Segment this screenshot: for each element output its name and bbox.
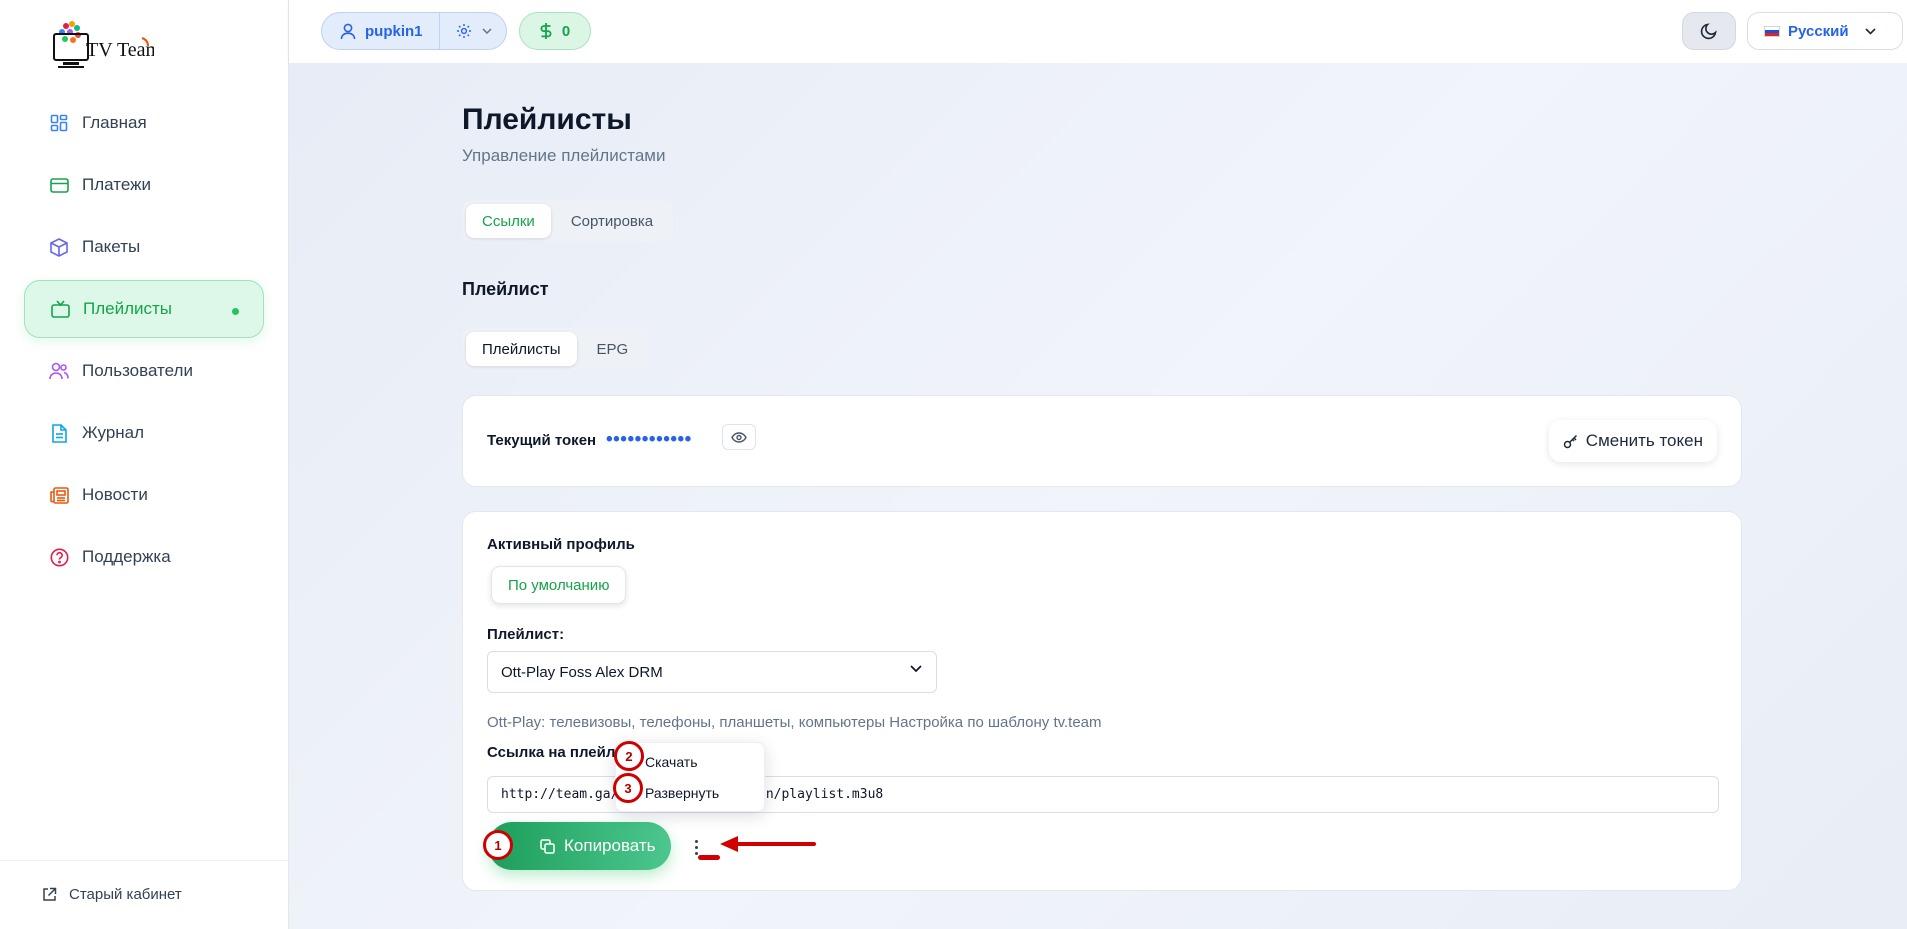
chevron-down-icon [1865,27,1876,35]
sidebar-item-label: Пакеты [82,237,141,256]
tab-epg[interactable]: EPG [581,332,645,366]
sidebar-item-label: Пользователи [82,361,193,380]
active-indicator-dot [232,308,239,315]
russian-flag-icon [1764,25,1780,37]
chevron-down-icon [481,28,492,34]
playlist-card: Активный профиль По умолчанию Плейлист: … [462,511,1742,891]
external-link-icon [42,887,57,902]
tv-icon [50,299,70,319]
sidebar-item-users[interactable]: Пользователи [24,342,264,400]
language-label: Русский [1788,22,1849,40]
token-value: •••••••••••• [606,429,692,450]
dollar-icon [540,22,552,40]
key-icon [1563,434,1578,449]
sidebar-item-journal[interactable]: Журнал [24,404,264,462]
copy-button[interactable]: Копировать [488,822,671,870]
sidebar-item-label: Плейлисты [83,299,173,318]
page-subtitle: Управление плейлистами [462,146,666,165]
sidebar: TV Team Главная Платежи Пакеты Плейлисты… [0,0,289,929]
playlist-subtabs: Плейлисты EPG [462,328,649,370]
change-token-button[interactable]: Сменить токен [1548,420,1717,462]
sidebar-item-label: Платежи [82,175,151,194]
sidebar-item-label: Новости [82,485,148,504]
page-title: Плейлисты [462,103,632,136]
playlist-url-end: 6n/playlist.m3u8 [758,787,884,802]
help-circle-icon [49,547,69,567]
annotation-arrow-icon [720,836,816,852]
annotation-badge-1: 1 [483,830,513,860]
token-label: Текущий токен [487,432,597,449]
theme-toggle-button[interactable] [1682,12,1736,50]
old-cabinet-link[interactable]: Старый кабинет [0,860,288,912]
sidebar-item-playlists[interactable]: Плейлисты [24,280,264,338]
playlist-select[interactable]: Ott-Play Foss Alex DRM [487,651,937,693]
chevron-down-icon [910,665,922,673]
sidebar-item-label: Поддержка [82,547,171,566]
copy-icon [540,838,555,854]
user-menu: pupkin1 [321,12,507,50]
playlist-url-start: http://team.ga/ [501,787,619,802]
sidebar-item-label: Главная [82,113,147,132]
sidebar-nav: Главная Платежи Пакеты Плейлисты Пользов… [24,94,264,590]
main-tabs: Ссылки Сортировка [462,200,674,242]
user-icon [340,23,356,40]
menu-item-expand[interactable]: Развернуть [645,785,719,801]
tv-team-logo-icon: TV Team [53,21,162,68]
gear-icon [456,23,472,39]
sidebar-item-home[interactable]: Главная [24,94,264,152]
svg-text:TV Team: TV Team [86,39,154,61]
tab-sorting[interactable]: Сортировка [555,204,669,238]
token-card: Текущий токен •••••••••••• Сменить токен [462,395,1742,487]
sidebar-item-news[interactable]: Новости [24,466,264,524]
sidebar-item-support[interactable]: Поддержка [24,528,264,586]
tab-links[interactable]: Ссылки [466,204,551,238]
annotation-underline [698,855,720,860]
annotation-badge-3: 3 [613,773,643,803]
playlist-link-label: Ссылка на плейли [487,744,625,761]
playlist-selected-value: Ott-Play Foss Alex DRM [501,663,663,681]
playlist-description: Ott-Play: телевизовы, телефоны, планшеты… [487,714,1102,731]
tab-playlists[interactable]: Плейлисты [466,332,577,366]
file-text-icon [49,423,69,443]
sidebar-item-label: Журнал [82,423,145,442]
top-header: pupkin1 0 Русский [289,0,1907,63]
profile-default-button[interactable]: По умолчанию [491,566,627,604]
language-selector[interactable]: Русский [1747,12,1903,50]
user-button[interactable]: pupkin1 [322,13,440,49]
section-title: Плейлист [462,279,549,299]
newspaper-icon [49,485,69,505]
balance-value: 0 [561,22,571,40]
credit-card-icon [49,175,69,195]
username: pupkin1 [365,22,423,40]
sidebar-item-payments[interactable]: Платежи [24,156,264,214]
copy-label: Копировать [564,836,656,855]
user-settings-button[interactable] [440,13,506,49]
users-icon [49,361,69,381]
moon-icon [1700,22,1718,40]
old-cabinet-label: Старый кабинет [69,886,182,903]
eye-icon [731,431,747,443]
package-icon [49,237,69,257]
active-profile-label: Активный профиль [487,536,635,553]
show-token-button[interactable] [722,424,756,450]
dashboard-icon [49,113,69,133]
menu-item-download[interactable]: Скачать [645,754,698,770]
balance-badge[interactable]: 0 [519,12,591,50]
main-content: Плейлисты Управление плейлистами Ссылки … [289,63,1907,929]
logo[interactable]: TV Team [50,18,162,74]
change-token-label: Сменить токен [1585,431,1703,450]
playlist-label: Плейлист: [487,626,565,643]
sidebar-item-packages[interactable]: Пакеты [24,218,264,276]
annotation-badge-2: 2 [614,741,644,771]
